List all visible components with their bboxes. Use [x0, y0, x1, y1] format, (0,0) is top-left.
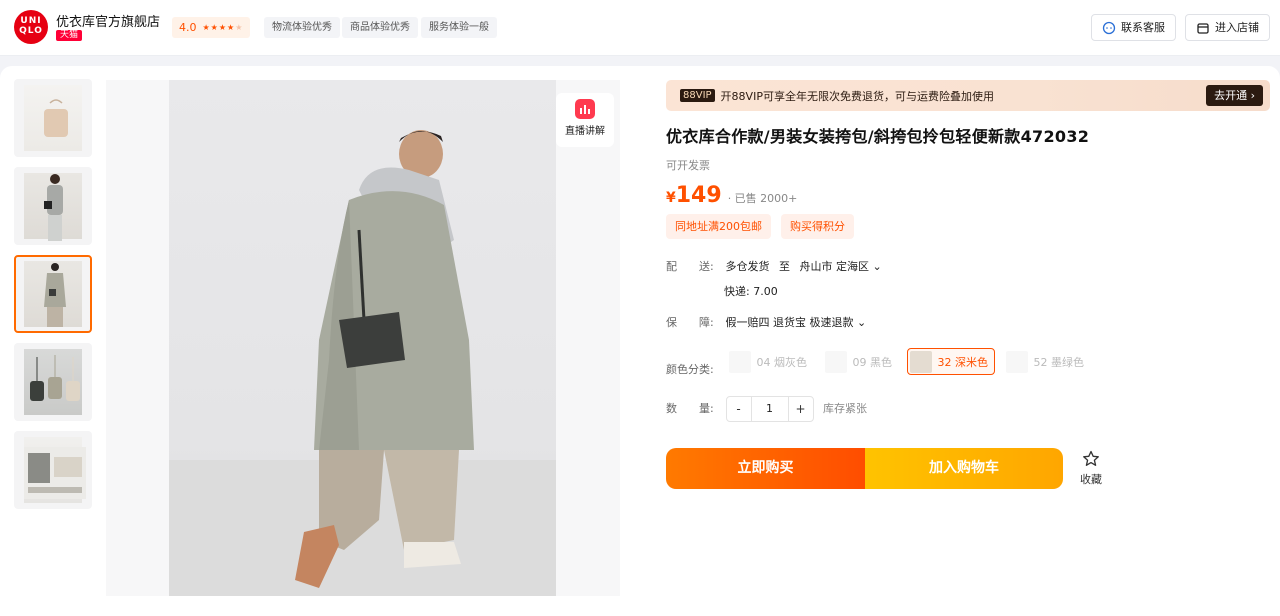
- vip-open-label: 去开通: [1214, 89, 1248, 102]
- color-label: 颜色分类:: [666, 362, 714, 376]
- vip-text: 开88VIP可享全年无限次免费退货，可与运费险叠加使用: [720, 89, 994, 103]
- color-option-32[interactable]: 32 深米色: [906, 348, 995, 375]
- delivery-label: 配 送:: [666, 260, 714, 273]
- thumbnail-4[interactable]: [14, 343, 92, 421]
- color-option-52[interactable]: 52 墨绿色: [1002, 348, 1091, 375]
- invoice-note: 可开发票: [666, 159, 710, 172]
- quantity-row: 数 量: - 1 + 库存紧张: [666, 396, 867, 422]
- main-product-image[interactable]: [169, 80, 556, 596]
- model-wearing-bag-image: [169, 130, 556, 596]
- quantity-minus-button[interactable]: -: [727, 402, 751, 416]
- enter-store-label: 进入店铺: [1215, 21, 1259, 34]
- delivery-from: 多仓发货: [725, 260, 770, 273]
- quantity-input[interactable]: 1: [750, 397, 789, 421]
- color-option-label: 09 黑色: [852, 355, 893, 369]
- quantity-plus-button[interactable]: +: [789, 402, 813, 416]
- star-outline-icon: [1083, 450, 1099, 466]
- vip-tag: 88VIP: [680, 89, 715, 102]
- store-name[interactable]: 优衣库官方旗舰店: [56, 11, 160, 30]
- chevron-right-icon: ›: [1250, 89, 1255, 102]
- purchase-actions: 立即购买 加入购物车: [666, 448, 1063, 489]
- guarantee-label: 保 障:: [666, 316, 714, 329]
- shipping-fee: 快递: 7.00: [724, 285, 778, 298]
- feature-detail-image: [24, 447, 86, 499]
- color-option-09[interactable]: 09 黑色: [821, 348, 899, 375]
- delivery-to-word: 至: [779, 260, 790, 273]
- tmall-badge: 天猫: [56, 30, 83, 41]
- product-info-panel: 88VIP 开88VIP可享全年无限次免费退货，可与运费险叠加使用 去开通 › …: [666, 80, 1270, 489]
- add-to-cart-button[interactable]: 加入购物车: [865, 448, 1063, 489]
- thumbnail-list: [14, 79, 92, 519]
- guarantee-items[interactable]: 假一赔四 退货宝 极速退款 ⌄: [726, 316, 867, 329]
- bar-chart-icon: [575, 99, 595, 119]
- bags-lineup-image: [30, 355, 80, 401]
- quantity-label: 数 量:: [666, 402, 714, 415]
- vip-banner: 88VIP 开88VIP可享全年无限次免费退货，可与运费险叠加使用 去开通 ›: [666, 80, 1270, 111]
- buy-now-button[interactable]: 立即购买: [666, 448, 865, 489]
- store-icon: [1197, 22, 1209, 34]
- color-swatch: [824, 350, 847, 373]
- delivery-destination[interactable]: 舟山市 定海区 ⌄: [800, 260, 882, 273]
- vip-open-button[interactable]: 去开通 ›: [1206, 85, 1263, 106]
- thumbnail-3[interactable]: [14, 255, 92, 333]
- color-option-04[interactable]: 04 烟灰色: [725, 348, 814, 375]
- thumbnail-2[interactable]: [14, 167, 92, 245]
- service-chip-product: 商品体验优秀: [342, 17, 418, 38]
- delivery-row: 配 送: 多仓发货 至 舟山市 定海区 ⌄ 快递: 7.00: [666, 258, 882, 299]
- color-swatch: [909, 350, 932, 373]
- chevron-down-icon: ⌄: [872, 260, 882, 273]
- color-row: 颜色分类: 04 烟灰色 09 黑色 32 深米色 52 墨绿色: [666, 348, 1095, 377]
- store-header: UNI QLO 优衣库官方旗舰店 天猫 4.0 ★★★★★ 物流体验优秀 商品体…: [0, 0, 1280, 56]
- stock-status: 库存紧张: [823, 402, 867, 415]
- contact-service-button[interactable]: 联系客服: [1091, 14, 1176, 41]
- color-swatch: [1005, 350, 1028, 373]
- chevron-down-icon: ⌄: [857, 316, 867, 329]
- quantity-stepper: - 1 +: [725, 396, 814, 422]
- promo-free-shipping[interactable]: 同地址满200包邮: [666, 214, 771, 239]
- product-title: 优衣库合作款/男装女装挎包/斜挎包拎包轻便新款472032: [666, 127, 1090, 146]
- favorite-button[interactable]: 收藏: [1078, 450, 1104, 487]
- guarantee-row: 保 障: 假一赔四 退货宝 极速退款 ⌄: [666, 314, 866, 330]
- guarantee-text: 假一赔四 退货宝 极速退款: [725, 316, 854, 329]
- currency-symbol: ¥: [666, 190, 676, 206]
- live-explain-label: 直播讲解: [565, 126, 605, 137]
- service-chip-service: 服务体验一般: [421, 17, 497, 38]
- color-swatch: [728, 350, 751, 373]
- enter-store-button[interactable]: 进入店铺: [1185, 14, 1270, 41]
- store-rating: 4.0 ★★★★★: [172, 17, 251, 38]
- live-explain-button[interactable]: 直播讲解: [556, 93, 614, 147]
- promo-points[interactable]: 购买得积分: [781, 214, 854, 239]
- rating-value: 4.0: [179, 21, 197, 34]
- color-option-label: 04 烟灰色: [756, 355, 808, 369]
- color-option-label: 32 深米色: [937, 355, 989, 369]
- rating-stars-icon: ★★★★★: [202, 23, 244, 32]
- thumbnail-5[interactable]: [14, 431, 92, 509]
- thumbnail-1[interactable]: [14, 79, 92, 157]
- price-row: ¥ 149 · 已售 2000+: [666, 183, 1270, 208]
- price-value: 149: [675, 183, 722, 208]
- favorite-label: 收藏: [1080, 473, 1102, 486]
- model-photo-image: [44, 174, 63, 241]
- destination-label: 舟山市 定海区: [799, 260, 870, 273]
- model-photo-image: [44, 263, 66, 327]
- uniqlo-logo[interactable]: UNI QLO: [14, 10, 48, 44]
- bag-product-image: [44, 99, 68, 137]
- promo-row: 同地址满200包邮 购买得积分: [666, 214, 1270, 239]
- color-option-label: 52 墨绿色: [1033, 355, 1085, 369]
- contact-service-label: 联系客服: [1121, 21, 1165, 34]
- service-chip-logistics: 物流体验优秀: [264, 17, 340, 38]
- sold-count: · 已售 2000+: [727, 192, 798, 205]
- chat-bubble-icon: [1102, 21, 1116, 34]
